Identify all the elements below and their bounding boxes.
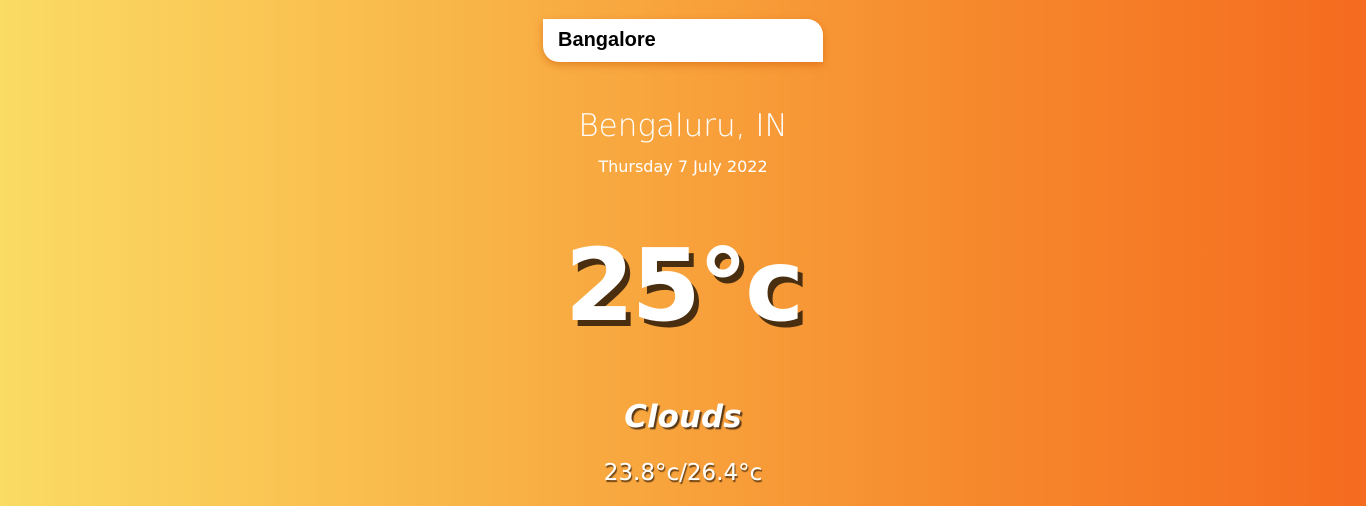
temperature-range: 23.8°c/26.4°c	[603, 460, 763, 486]
city-search-input[interactable]	[543, 19, 823, 62]
location-name: Bengaluru, IN	[578, 108, 788, 144]
weather-app: { "search": { "value": "Bangalore" }, "l…	[0, 0, 1366, 506]
weather-condition: Clouds	[624, 399, 742, 435]
current-date: Thursday 7 July 2022	[598, 157, 768, 176]
current-temperature: 25°c	[564, 227, 804, 344]
